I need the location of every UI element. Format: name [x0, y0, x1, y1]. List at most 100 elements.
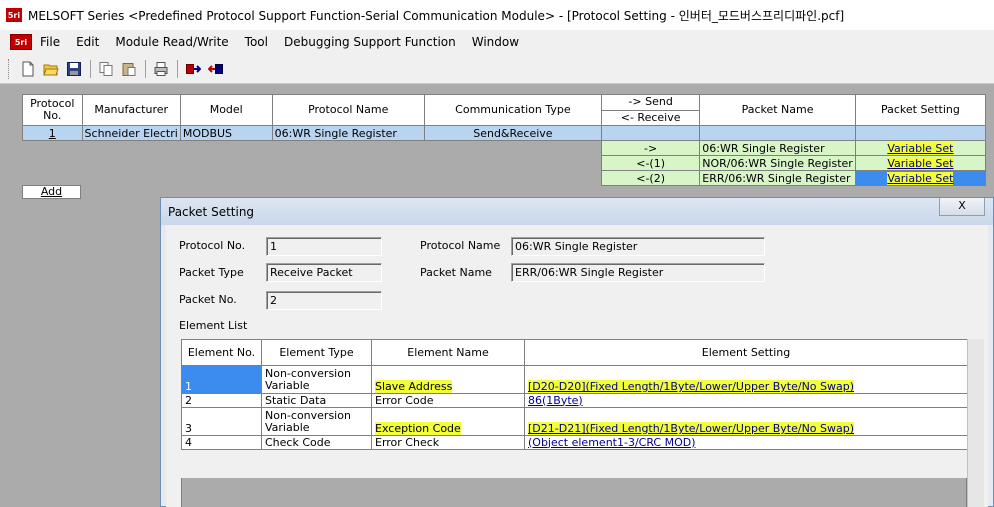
element-setting-link[interactable]: [D20-D20](Fixed Length/1Byte/Lower/Upper…	[528, 380, 855, 393]
packet-row: -> 06:WR Single Register Variable Set	[22, 140, 987, 156]
toolbar-separator	[90, 59, 91, 78]
protocol-no-label: Protocol No.	[179, 239, 246, 252]
send-receive-cell[interactable]	[600, 125, 701, 141]
col-header-manufacturer[interactable]: Manufacturer	[81, 94, 181, 126]
packet-setting-cell[interactable]: Variable Set	[854, 170, 987, 186]
packet-name-cell[interactable]	[699, 125, 856, 141]
col-header-protocol-name[interactable]: Protocol Name	[271, 94, 425, 126]
packet-name-cell[interactable]: ERR/06:WR Single Register	[699, 170, 856, 186]
toolbar	[0, 54, 994, 84]
toolbar-separator	[177, 59, 178, 78]
toolbar-grip[interactable]	[8, 58, 11, 79]
dialog-title-bar[interactable]: Packet Setting	[161, 198, 993, 225]
send-label: -> Send	[628, 95, 673, 108]
write-icon[interactable]	[205, 58, 227, 80]
model-cell[interactable]: MODBUS	[179, 125, 273, 141]
read-icon[interactable]	[182, 58, 204, 80]
element-no-cell[interactable]: 3	[181, 407, 262, 436]
col-header-packet-name[interactable]: Packet Name	[699, 94, 856, 126]
menu-debugging-support[interactable]: Debugging Support Function	[284, 35, 456, 49]
element-name-text: Exception Code	[375, 422, 461, 435]
col-header-packet-setting[interactable]: Packet Setting	[854, 94, 987, 126]
dialog-title: Packet Setting	[168, 204, 255, 219]
manufacturer-cell[interactable]: Schneider Electri	[81, 125, 181, 141]
col-header-element-type[interactable]: Element Type	[261, 339, 372, 366]
element-no-cell[interactable]: 2	[181, 393, 262, 408]
element-setting-link[interactable]: 86(1Byte)	[528, 395, 583, 407]
element-type-cell[interactable]: Non-conversion Variable	[261, 407, 372, 436]
element-type-cell[interactable]: Non-conversion Variable	[261, 365, 372, 394]
packet-setting-cell[interactable]	[854, 125, 987, 141]
document-menu-icon[interactable]: 5ri	[10, 34, 32, 50]
window-title: MELSOFT Series <Predefined Protocol Supp…	[28, 8, 845, 23]
col-header-element-name[interactable]: Element Name	[371, 339, 525, 366]
element-setting-link[interactable]: [D21-D21](Fixed Length/1Byte/Lower/Upper…	[528, 422, 855, 435]
protocol-name-cell[interactable]: 06:WR Single Register	[271, 125, 425, 141]
menu-module-read-write[interactable]: Module Read/Write	[115, 35, 228, 49]
menu-window[interactable]: Window	[472, 35, 519, 49]
add-button[interactable]: Add	[22, 185, 81, 199]
protocol-grid: Protocol No. Manufacturer Model Protocol…	[22, 94, 987, 186]
col-header-protocol-no[interactable]: Protocol No.	[22, 94, 83, 126]
element-setting-cell[interactable]: 86(1Byte)	[524, 393, 968, 408]
paste-icon[interactable]	[118, 58, 140, 80]
communication-type-cell[interactable]: Send&Receive	[423, 125, 602, 141]
element-setting-link[interactable]: (Object element1-3/CRC MOD)	[528, 437, 696, 449]
packet-direction-cell[interactable]: <-(2)	[600, 170, 701, 186]
col-header-communication-type[interactable]: Communication Type	[423, 94, 602, 126]
packet-row: <-(1) NOR/06:WR Single Register Variable…	[22, 155, 987, 171]
element-list-label: Element List	[179, 319, 248, 332]
packet-direction-cell[interactable]: ->	[600, 140, 701, 156]
variable-set-link[interactable]: Variable Set	[887, 156, 954, 170]
element-setting-cell[interactable]: (Object element1-3/CRC MOD)	[524, 435, 968, 450]
close-button[interactable]: X	[939, 198, 985, 216]
title-bar: 5ri MELSOFT Series <Predefined Protocol …	[0, 0, 994, 30]
packet-setting-cell[interactable]: Variable Set	[854, 155, 987, 171]
packet-no-label: Packet No.	[179, 293, 237, 306]
receive-label: <- Receive	[601, 110, 700, 125]
element-no-cell[interactable]: 1	[181, 365, 262, 394]
packet-name-cell[interactable]: 06:WR Single Register	[699, 140, 856, 156]
table-row[interactable]: 1 Non-conversion Variable Slave Address […	[181, 365, 968, 394]
menu-tool[interactable]: Tool	[245, 35, 268, 49]
table-row[interactable]: 1 Schneider Electri MODBUS 06:WR Single …	[22, 125, 987, 141]
col-header-element-no[interactable]: Element No.	[181, 339, 262, 366]
packet-direction-cell[interactable]: <-(1)	[600, 155, 701, 171]
empty-area	[22, 140, 602, 156]
element-setting-cell[interactable]: [D20-D20](Fixed Length/1Byte/Lower/Upper…	[524, 365, 968, 394]
element-name-cell[interactable]: Error Check	[371, 435, 525, 450]
packet-name-label: Packet Name	[420, 266, 492, 279]
element-type-cell[interactable]: Check Code	[261, 435, 372, 450]
open-icon[interactable]	[40, 58, 62, 80]
col-header-element-setting[interactable]: Element Setting	[524, 339, 968, 366]
table-row[interactable]: 3 Non-conversion Variable Exception Code …	[181, 407, 968, 436]
menu-file[interactable]: File	[40, 35, 60, 49]
menu-bar: 5ri File Edit Module Read/Write Tool Deb…	[0, 30, 994, 54]
table-row[interactable]: 2 Static Data Error Code 86(1Byte)	[181, 393, 968, 408]
app-logo-icon[interactable]: 5ri	[6, 8, 22, 22]
new-icon[interactable]	[17, 58, 39, 80]
element-list-scrollbar[interactable]	[967, 339, 984, 507]
save-icon[interactable]	[63, 58, 85, 80]
element-setting-cell[interactable]: [D21-D21](Fixed Length/1Byte/Lower/Upper…	[524, 407, 968, 436]
element-type-cell[interactable]: Static Data	[261, 393, 372, 408]
element-name-cell[interactable]: Error Code	[371, 393, 525, 408]
packet-name-cell[interactable]: NOR/06:WR Single Register	[699, 155, 856, 171]
element-name-cell[interactable]: Exception Code	[371, 407, 525, 436]
empty-area	[22, 170, 602, 186]
variable-set-link[interactable]: Variable Set	[887, 141, 954, 155]
copy-icon[interactable]	[95, 58, 117, 80]
col-header-send-receive[interactable]: -> Send <- Receive	[600, 94, 701, 126]
print-icon[interactable]	[150, 58, 172, 80]
protocol-no-cell[interactable]: 1	[22, 125, 83, 141]
variable-set-link[interactable]: Variable Set	[887, 171, 954, 185]
element-no-cell[interactable]: 4	[181, 435, 262, 450]
protocol-name-label: Protocol Name	[420, 239, 501, 252]
empty-area	[22, 155, 602, 171]
element-name-cell[interactable]: Slave Address	[371, 365, 525, 394]
table-row[interactable]: 4 Check Code Error Check (Object element…	[181, 435, 968, 450]
packet-setting-cell[interactable]: Variable Set	[854, 140, 987, 156]
packet-setting-dialog: Packet Setting X Protocol No. 1 Protocol…	[160, 197, 994, 507]
menu-edit[interactable]: Edit	[76, 35, 99, 49]
col-header-model[interactable]: Model	[179, 94, 273, 126]
